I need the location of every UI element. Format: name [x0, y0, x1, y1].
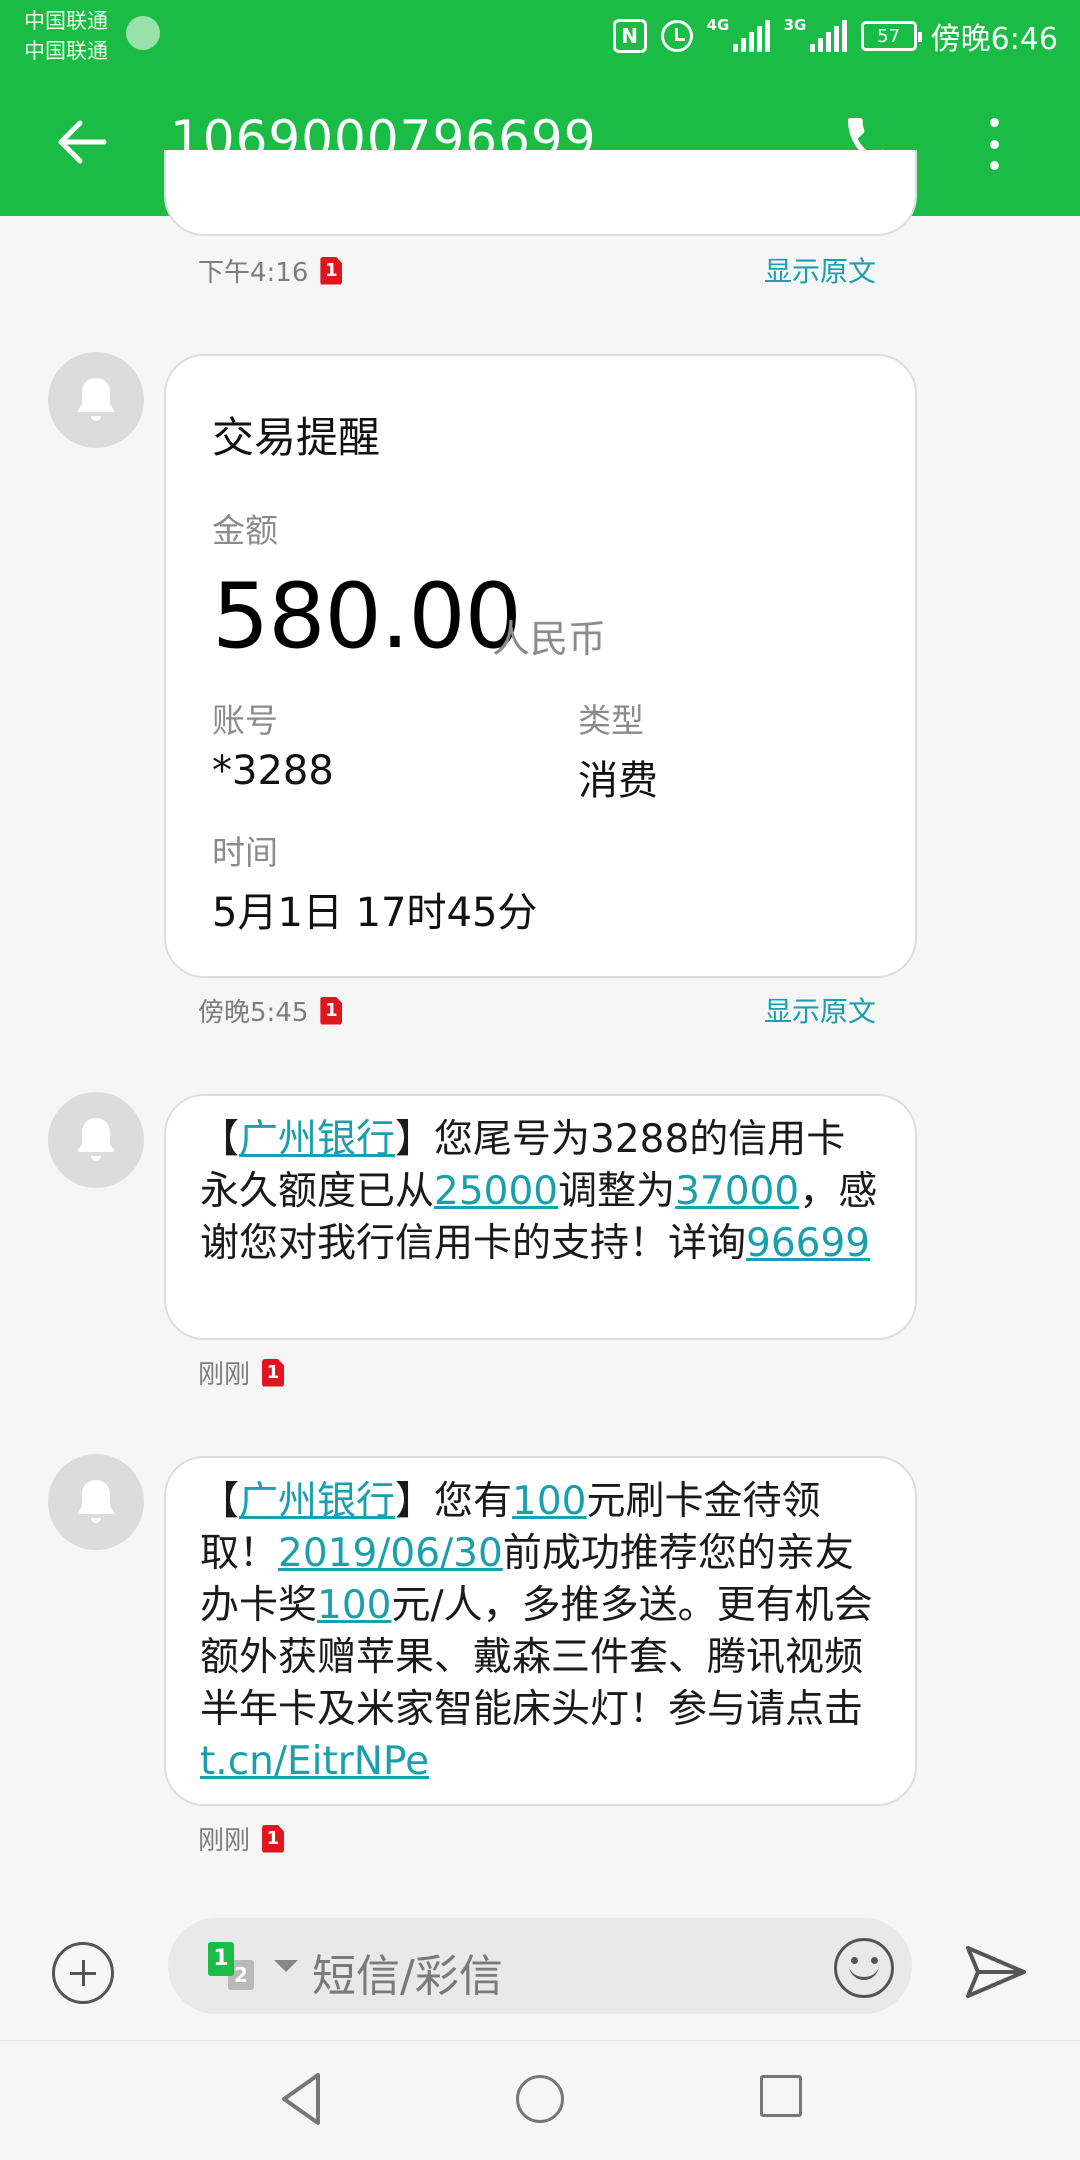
hd-voice-icon [126, 16, 160, 50]
url-link[interactable]: t.cn/EitrNPe [200, 1739, 429, 1784]
sim-badge: 1 [320, 256, 343, 285]
time-value: 5月1日 17时45分 [212, 890, 538, 936]
carrier-2: 中国联通 [24, 39, 108, 63]
back-button[interactable] [52, 112, 112, 172]
more-options-button[interactable] [976, 112, 1012, 176]
amount-value: 580.00 [212, 564, 522, 669]
smiley-icon[interactable] [834, 1938, 894, 1998]
message-time: 下午4:16 [198, 258, 309, 288]
input-placeholder: 短信/彩信 [312, 1951, 503, 2002]
message-time: 刚刚 [198, 1826, 251, 1856]
message-text: 【广州银行】您有100元刷卡金待领取！2019/06/30前成功推荐您的亲友办卡… [200, 1479, 873, 1784]
more-vertical-icon [989, 118, 999, 127]
battery-icon: 57 [860, 21, 922, 51]
add-attachment-button[interactable] [52, 1942, 114, 2004]
sim-1-selector[interactable]: 1 [208, 1942, 234, 1976]
signal-3g-icon: 3G [784, 16, 847, 52]
date-link[interactable]: 2019/06/30 [278, 1531, 503, 1576]
network-label-1: 4G [706, 16, 730, 34]
account-label: 账号 [212, 701, 278, 740]
message-text: 【广州银行】您尾号为3288的信用卡永久额度已从25000调整为37000，感谢… [200, 1117, 878, 1266]
sender-avatar[interactable] [48, 352, 144, 448]
amount-label: 金额 [212, 511, 278, 550]
message-time: 刚刚 [198, 1360, 251, 1390]
time-label: 时间 [212, 833, 278, 872]
message-meta: 傍晚5:45 1 [198, 992, 343, 1029]
bank-link[interactable]: 广州银行 [239, 1117, 395, 1162]
bell-icon [78, 378, 114, 421]
send-icon [966, 1946, 1026, 1998]
carrier-labels: 中国联通 中国联通 [24, 6, 108, 66]
sim-badge: 1 [320, 996, 343, 1025]
status-icons: N 4G 3G 57 傍晚6:46 [612, 10, 1058, 62]
system-nav-bar [0, 2040, 1080, 2160]
number-link[interactable]: 100 [317, 1583, 391, 1628]
chevron-down-icon[interactable] [274, 1960, 298, 1972]
sender-avatar[interactable] [48, 1454, 144, 1550]
compose-bar: 2 1 短信/彩信 [0, 1890, 1080, 2040]
status-bar: 中国联通 中国联通 N 4G 3G 57 傍晚6:46 [0, 0, 1080, 72]
message-bubble[interactable]: 【广州银行】您有100元刷卡金待领取！2019/06/30前成功推荐您的亲友办卡… [164, 1456, 917, 1806]
number-link[interactable]: 25000 [434, 1169, 558, 1214]
phone-link[interactable]: 96699 [746, 1221, 870, 1266]
bell-icon [78, 1118, 114, 1161]
account-value: *3288 [212, 748, 334, 794]
send-button[interactable] [964, 1942, 1028, 2002]
message-meta: 刚刚 1 [198, 1354, 285, 1391]
alarm-icon [660, 20, 693, 52]
message-time: 傍晚5:45 [198, 998, 309, 1028]
show-original-link[interactable]: 显示原文 [764, 990, 876, 1030]
clock: 傍晚6:46 [930, 22, 1058, 57]
currency-label: 人民币 [492, 617, 607, 661]
bell-icon [78, 1480, 114, 1523]
nfc-icon: N [612, 19, 647, 53]
message-bubble[interactable]: 【广州银行】您尾号为3288的信用卡永久额度已从25000调整为37000，感谢… [164, 1094, 917, 1340]
card-title: 交易提醒 [212, 413, 381, 462]
message-meta: 刚刚 1 [198, 1820, 285, 1857]
type-value: 消费 [578, 758, 658, 804]
type-label: 类型 [578, 701, 644, 740]
message-input[interactable]: 2 1 短信/彩信 [168, 1918, 912, 2014]
nav-home-icon[interactable] [516, 2075, 564, 2123]
number-link[interactable]: 100 [512, 1479, 586, 1524]
arrow-left-icon [58, 120, 107, 164]
show-original-link[interactable]: 显示原文 [764, 250, 876, 290]
network-label-2: 3G [783, 16, 807, 34]
sim-badge: 1 [262, 1358, 285, 1387]
bank-link[interactable]: 广州银行 [239, 1479, 395, 1524]
sender-avatar[interactable] [48, 1092, 144, 1188]
signal-4g-icon: 4G [707, 16, 770, 52]
nav-back-icon[interactable] [278, 2071, 324, 2127]
sim-badge: 1 [262, 1824, 285, 1853]
nav-recents-icon[interactable] [760, 2075, 802, 2117]
message-bubble-partial[interactable] [164, 150, 917, 236]
transaction-card[interactable]: 交易提醒 金额 580.00 人民币 账号 *3288 类型 消费 时间 5月1… [164, 354, 917, 978]
carrier-1: 中国联通 [24, 9, 108, 33]
number-link[interactable]: 37000 [675, 1169, 799, 1214]
message-meta: 下午4:16 1 [198, 252, 343, 289]
